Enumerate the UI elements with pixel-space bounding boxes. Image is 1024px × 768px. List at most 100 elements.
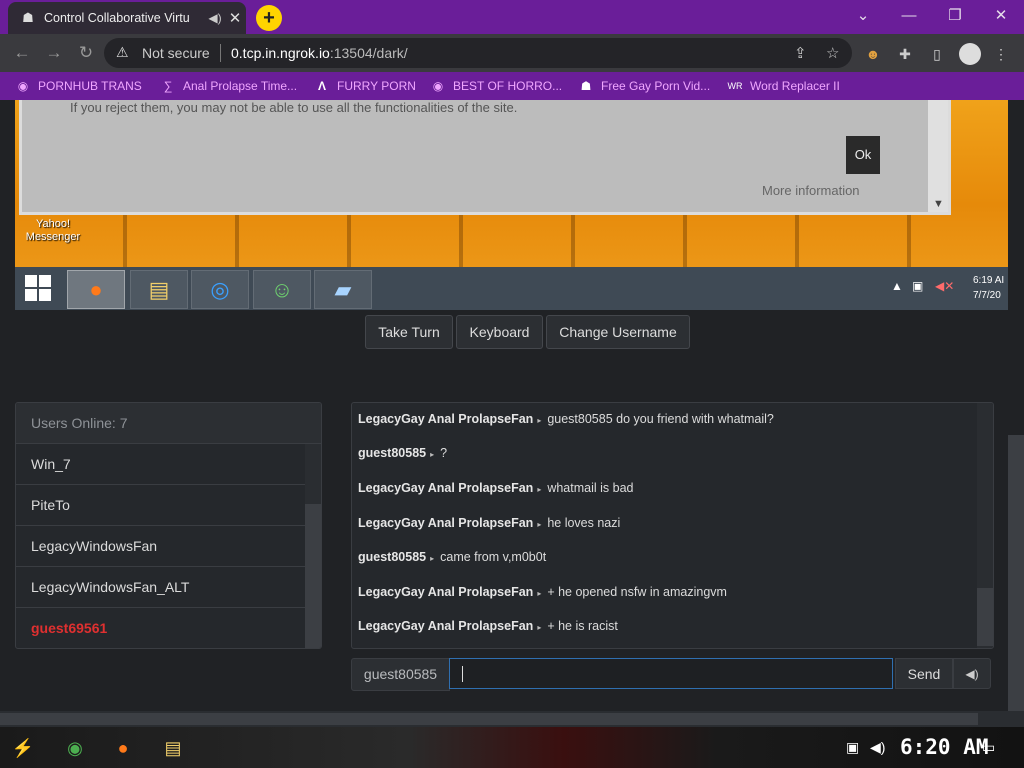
chat-scrollbar[interactable] [977,403,993,648]
globe-icon: ◉ [432,79,444,93]
take-turn-button[interactable]: Take Turn [365,315,453,349]
bookmark-star-icon[interactable]: ☆ [826,44,839,62]
close-window-button[interactable]: ✕ [981,4,1021,28]
messenger-icon[interactable]: ☺ [253,270,311,309]
chat-message: LegacyGay Anal ProlapseFan ▸ + he opened n… [358,585,727,599]
keyboard-button[interactable]: Keyboard [456,315,543,349]
user-item[interactable]: LegacyWindowsFan_ALT [16,567,305,608]
network-icon[interactable]: ▣ [846,739,859,756]
chat-message: LegacyGay Anal ProlapseFan ▸ he loves nazi [358,516,621,530]
bookmark-item[interactable]: ∑ Anal Prolapse Time... [160,78,297,94]
user-item[interactable]: Win_7 [16,444,305,485]
new-tab-button[interactable]: + [256,5,282,31]
change-username-button[interactable]: Change Username [546,315,690,349]
minimize-button[interactable]: — [889,4,929,28]
vm-screen[interactable]: If you reject them, you may not be able … [15,100,1008,310]
chat-scrollbar-thumb[interactable] [977,588,993,646]
users-online-header: Users Online: 7 [16,403,321,444]
tab-title: Control Collaborative Virtu [44,11,190,25]
user-item[interactable]: LegacyWindowsFan [16,526,305,567]
chat-username-label: guest80585 [351,658,450,691]
globe-icon: ◉ [17,79,29,93]
extension-icon: WR [727,81,743,91]
lambda-icon: Λ [317,79,326,93]
chat-message: LegacyGay Anal ProlapseFan ▸ + he is racis… [358,619,618,633]
page-scrollbar[interactable] [1008,435,1024,711]
windows-start-icon[interactable] [25,275,51,301]
browser-tab-bar: ☗ Control Collaborative Virtu ◀) ✕ + ⌄ —… [0,0,1024,34]
firefox-icon[interactable]: ● [67,270,125,309]
arrow-right-icon: ▸ [537,416,542,425]
tab-search-icon[interactable]: ⌄ [843,4,883,28]
dialog-scrollbar[interactable]: ▼ [928,100,948,212]
chrome-icon[interactable]: ◉ [62,735,88,761]
scroll-down-icon[interactable]: ▼ [933,198,944,210]
browser-toolbar: ← → ↻ ⚠ Not secure 0.tcp.in.ngrok.io:135… [0,34,1024,72]
tab-audio-icon[interactable]: ◀) [206,11,224,25]
bookmark-item[interactable]: ◉ BEST OF HORRO... [430,78,562,94]
horizontal-scrollbar-thumb[interactable] [0,713,978,725]
extension-avatar-icon[interactable]: ☻ [862,43,884,65]
file-explorer-icon[interactable]: ▤ [130,270,188,309]
reload-icon[interactable]: ↻ [74,41,98,65]
user-item[interactable]: PiteTo [16,485,305,526]
folder-icon[interactable]: ▤ [160,735,186,761]
forward-arrow-icon[interactable]: → [42,41,66,65]
share-icon[interactable]: ⇪ [794,44,807,62]
chat-message: LegacyGay Anal ProlapseFan ▸ guest80585 do… [358,412,774,426]
chat-form: guest80585 Send ◀) [351,658,992,691]
chat-message: guest80585 ▸ came from v,m0b0t [358,550,547,564]
volume-muted-icon[interactable]: ◀✕ [935,279,954,293]
arrow-right-icon: ▸ [537,589,542,598]
firefox-icon[interactable]: ● [110,735,136,761]
address-bar[interactable]: ⚠ Not secure 0.tcp.in.ngrok.io:13504/dar… [104,38,852,68]
menu-kebab-icon[interactable]: ⋮ [990,43,1012,65]
restore-button[interactable]: ❐ [935,4,975,28]
chat-input[interactable] [449,658,893,689]
site-icon: ☗ [580,79,592,93]
user-item-self[interactable]: guest69561 [16,608,305,648]
notifications-icon[interactable]: ▭ [982,739,995,756]
more-information-link[interactable]: More information [762,183,860,198]
security-status[interactable]: Not secure [142,45,210,61]
arrow-right-icon: ▸ [537,623,542,632]
bookmark-item[interactable]: ☗ Free Gay Porn Vid... [578,78,711,94]
warning-icon[interactable]: ⚠ [116,44,129,61]
tab-close-icon[interactable]: ✕ [224,9,246,27]
users-scrollbar[interactable] [305,444,321,648]
bookmarks-bar: ◉ PORNHUB TRANS ∑ Anal Prolapse Time... ΛF… [0,72,1024,100]
text-caret [462,666,463,682]
chat-message: guest80585 ▸? [358,446,448,460]
arrow-right-icon: ▸ [537,520,542,529]
notepad-icon[interactable]: ▰ [314,270,372,309]
arrow-right-icon: ▸ [430,450,435,459]
ok-button[interactable]: Ok [846,136,880,174]
start-icon[interactable]: ⚡ [10,735,36,761]
horizontal-scrollbar[interactable] [0,711,1024,727]
network-icon[interactable]: ▣ [912,279,923,293]
host-clock[interactable]: 6:20 AM [900,735,989,759]
send-button[interactable]: Send [895,658,953,689]
volume-icon[interactable]: ◀) [870,739,885,756]
arrow-right-icon: ▸ [537,485,542,494]
users-scrollbar-thumb[interactable] [305,504,321,648]
tab-favicon-icon: ☗ [22,10,34,25]
cookie-dialog: If you reject them, you may not be able … [19,100,951,215]
host-taskbar: ⚡ ◉ ● ▤ ▣ ◀) 6:20 AM ▭ [0,727,1024,768]
browser-tab[interactable]: ☗ Control Collaborative Virtu ◀) ✕ [8,2,246,34]
internet-explorer-icon[interactable]: ◎ [191,270,249,309]
bookmark-item[interactable]: WR Word Replacer II [727,78,840,94]
url-text[interactable]: 0.tcp.in.ngrok.io:13504/dark/ [231,45,408,61]
back-arrow-icon[interactable]: ← [10,41,34,65]
bookmark-item[interactable]: Λ FURRY PORN [314,78,416,94]
tray-arrow-icon[interactable]: ▲ [891,279,903,293]
side-panel-icon[interactable]: ▯ [926,43,948,65]
desktop-icon-yahoo-messenger[interactable]: Yahoo! Messenger [21,218,85,244]
address-divider [220,44,221,62]
bookmark-item[interactable]: ◉ PORNHUB TRANS [15,78,142,94]
voice-volume-icon[interactable]: ◀) [953,658,991,689]
chat-panel: LegacyGay Anal ProlapseFan ▸ guest80585 do… [351,402,994,649]
vm-clock[interactable]: 6:19 AI 7/7/20 [973,273,1004,303]
extensions-puzzle-icon[interactable]: ✚ [894,43,916,65]
profile-avatar[interactable] [959,43,981,65]
